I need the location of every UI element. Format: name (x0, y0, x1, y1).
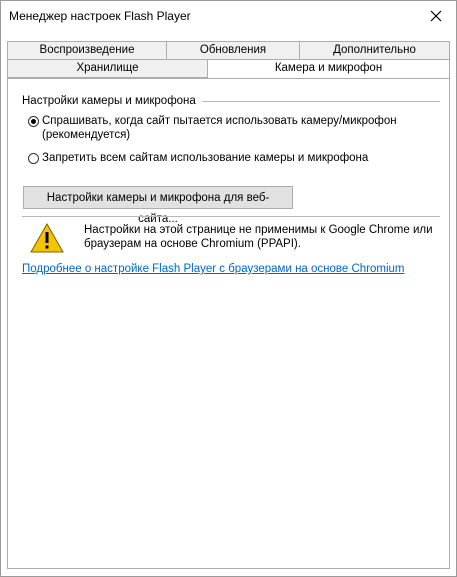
warning-message: Настройки на этой странице не применимы … (84, 223, 434, 251)
radio-ask-label-line2: (рекомендуется) (42, 129, 131, 141)
window-title: Менеджер настроек Flash Player (9, 9, 191, 23)
close-icon (430, 10, 442, 22)
section-divider (22, 216, 440, 217)
site-settings-button[interactable]: Настройки камеры и микрофона для веб-сай… (23, 186, 293, 225)
group-divider (201, 101, 440, 102)
chromium-info-link[interactable]: Подробнее о настройке Flash Player с бра… (22, 263, 405, 275)
group-header: Настройки камеры и микрофона (22, 95, 440, 107)
radio-ask-label: Спрашивать, когда сайт пытается использо… (42, 114, 397, 142)
radio-block-option[interactable]: Запретить всем сайтам использование каме… (28, 151, 368, 165)
radio-block[interactable] (28, 153, 39, 164)
title-bar: Менеджер настроек Flash Player (1, 1, 456, 33)
warning-message-line2: браузерам на основе Chromium (PPAPI). (84, 238, 301, 250)
tab-storage[interactable]: Хранилище (7, 59, 208, 78)
tab-camera-microphone[interactable]: Камера и микрофон (207, 59, 450, 80)
tab-playback[interactable]: Воспроизведение (7, 41, 167, 60)
radio-ask-option[interactable]: Спрашивать, когда сайт пытается использо… (28, 114, 397, 142)
close-button[interactable] (422, 3, 450, 29)
tab-advanced[interactable]: Дополнительно (299, 41, 450, 60)
radio-ask-label-line1: Спрашивать, когда сайт пытается использо… (42, 115, 397, 127)
settings-window: Менеджер настроек Flash Player Воспроизв… (0, 0, 457, 577)
tab-panel-camera-microphone: Настройки камеры и микрофона Спрашивать,… (7, 78, 450, 569)
group-title: Настройки камеры и микрофона (22, 95, 196, 107)
radio-block-label: Запретить всем сайтам использование каме… (42, 152, 369, 164)
tab-updates[interactable]: Обновления (166, 41, 300, 60)
radio-ask[interactable] (28, 116, 39, 127)
warning-message-line1: Настройки на этой странице не применимы … (84, 224, 433, 236)
warning-icon (30, 223, 64, 253)
tab-strip: Воспроизведение Обновления Дополнительно… (7, 41, 450, 80)
